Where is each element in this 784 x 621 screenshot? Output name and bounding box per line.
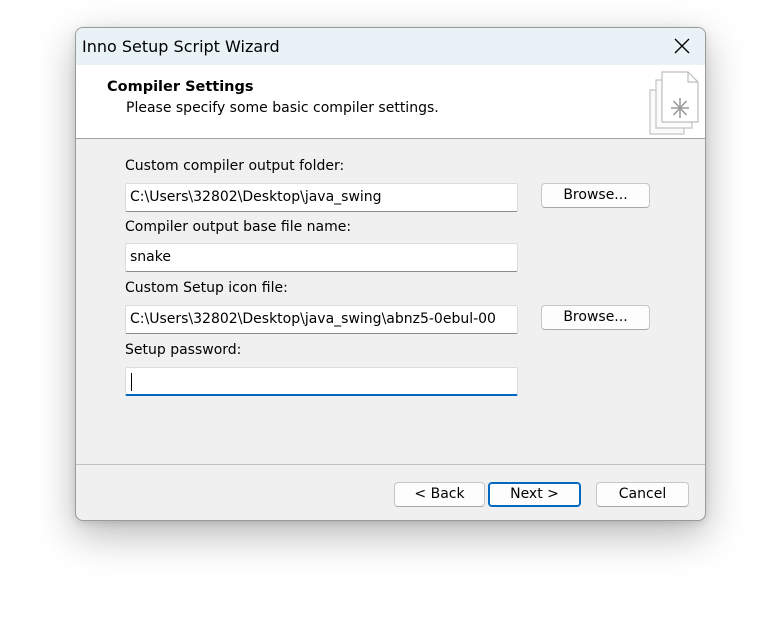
wizard-window: Inno Setup Script Wizard Compiler Settin… [75, 27, 706, 521]
wizard-header: Compiler Settings Please specify some ba… [76, 65, 705, 139]
footer-divider [76, 464, 705, 465]
base-name-value: snake [130, 249, 171, 265]
password-input[interactable] [125, 367, 518, 396]
close-button[interactable] [659, 28, 705, 65]
next-button[interactable]: Next > [488, 482, 581, 507]
output-folder-input[interactable]: C:\Users\32802\Desktop\java_swing [125, 183, 518, 212]
base-name-label: Compiler output base file name: [125, 219, 352, 235]
close-icon [674, 38, 690, 54]
window-title: Inno Setup Script Wizard [82, 37, 280, 56]
icon-file-value: C:\Users\32802\Desktop\java_swing\abnz5-… [130, 311, 496, 327]
page-title: Compiler Settings [107, 79, 254, 95]
settings-form: Custom compiler output folder: C:\Users\… [76, 139, 705, 464]
text-caret [131, 373, 132, 391]
base-name-input[interactable]: snake [125, 243, 518, 272]
wizard-document-icon [644, 68, 702, 140]
icon-file-label: Custom Setup icon file: [125, 280, 288, 296]
back-button[interactable]: < Back [394, 482, 485, 507]
cancel-button[interactable]: Cancel [596, 482, 689, 507]
icon-file-input[interactable]: C:\Users\32802\Desktop\java_swing\abnz5-… [125, 305, 518, 334]
output-folder-label: Custom compiler output folder: [125, 158, 345, 174]
output-folder-value: C:\Users\32802\Desktop\java_swing [130, 189, 382, 205]
title-bar[interactable]: Inno Setup Script Wizard [76, 28, 705, 65]
browse-output-folder-button[interactable]: Browse... [541, 183, 650, 208]
browse-icon-button[interactable]: Browse... [541, 305, 650, 330]
desktop-background: Inno Setup Script Wizard Compiler Settin… [0, 0, 784, 621]
page-subtitle: Please specify some basic compiler setti… [126, 100, 439, 116]
password-label: Setup password: [125, 342, 242, 358]
